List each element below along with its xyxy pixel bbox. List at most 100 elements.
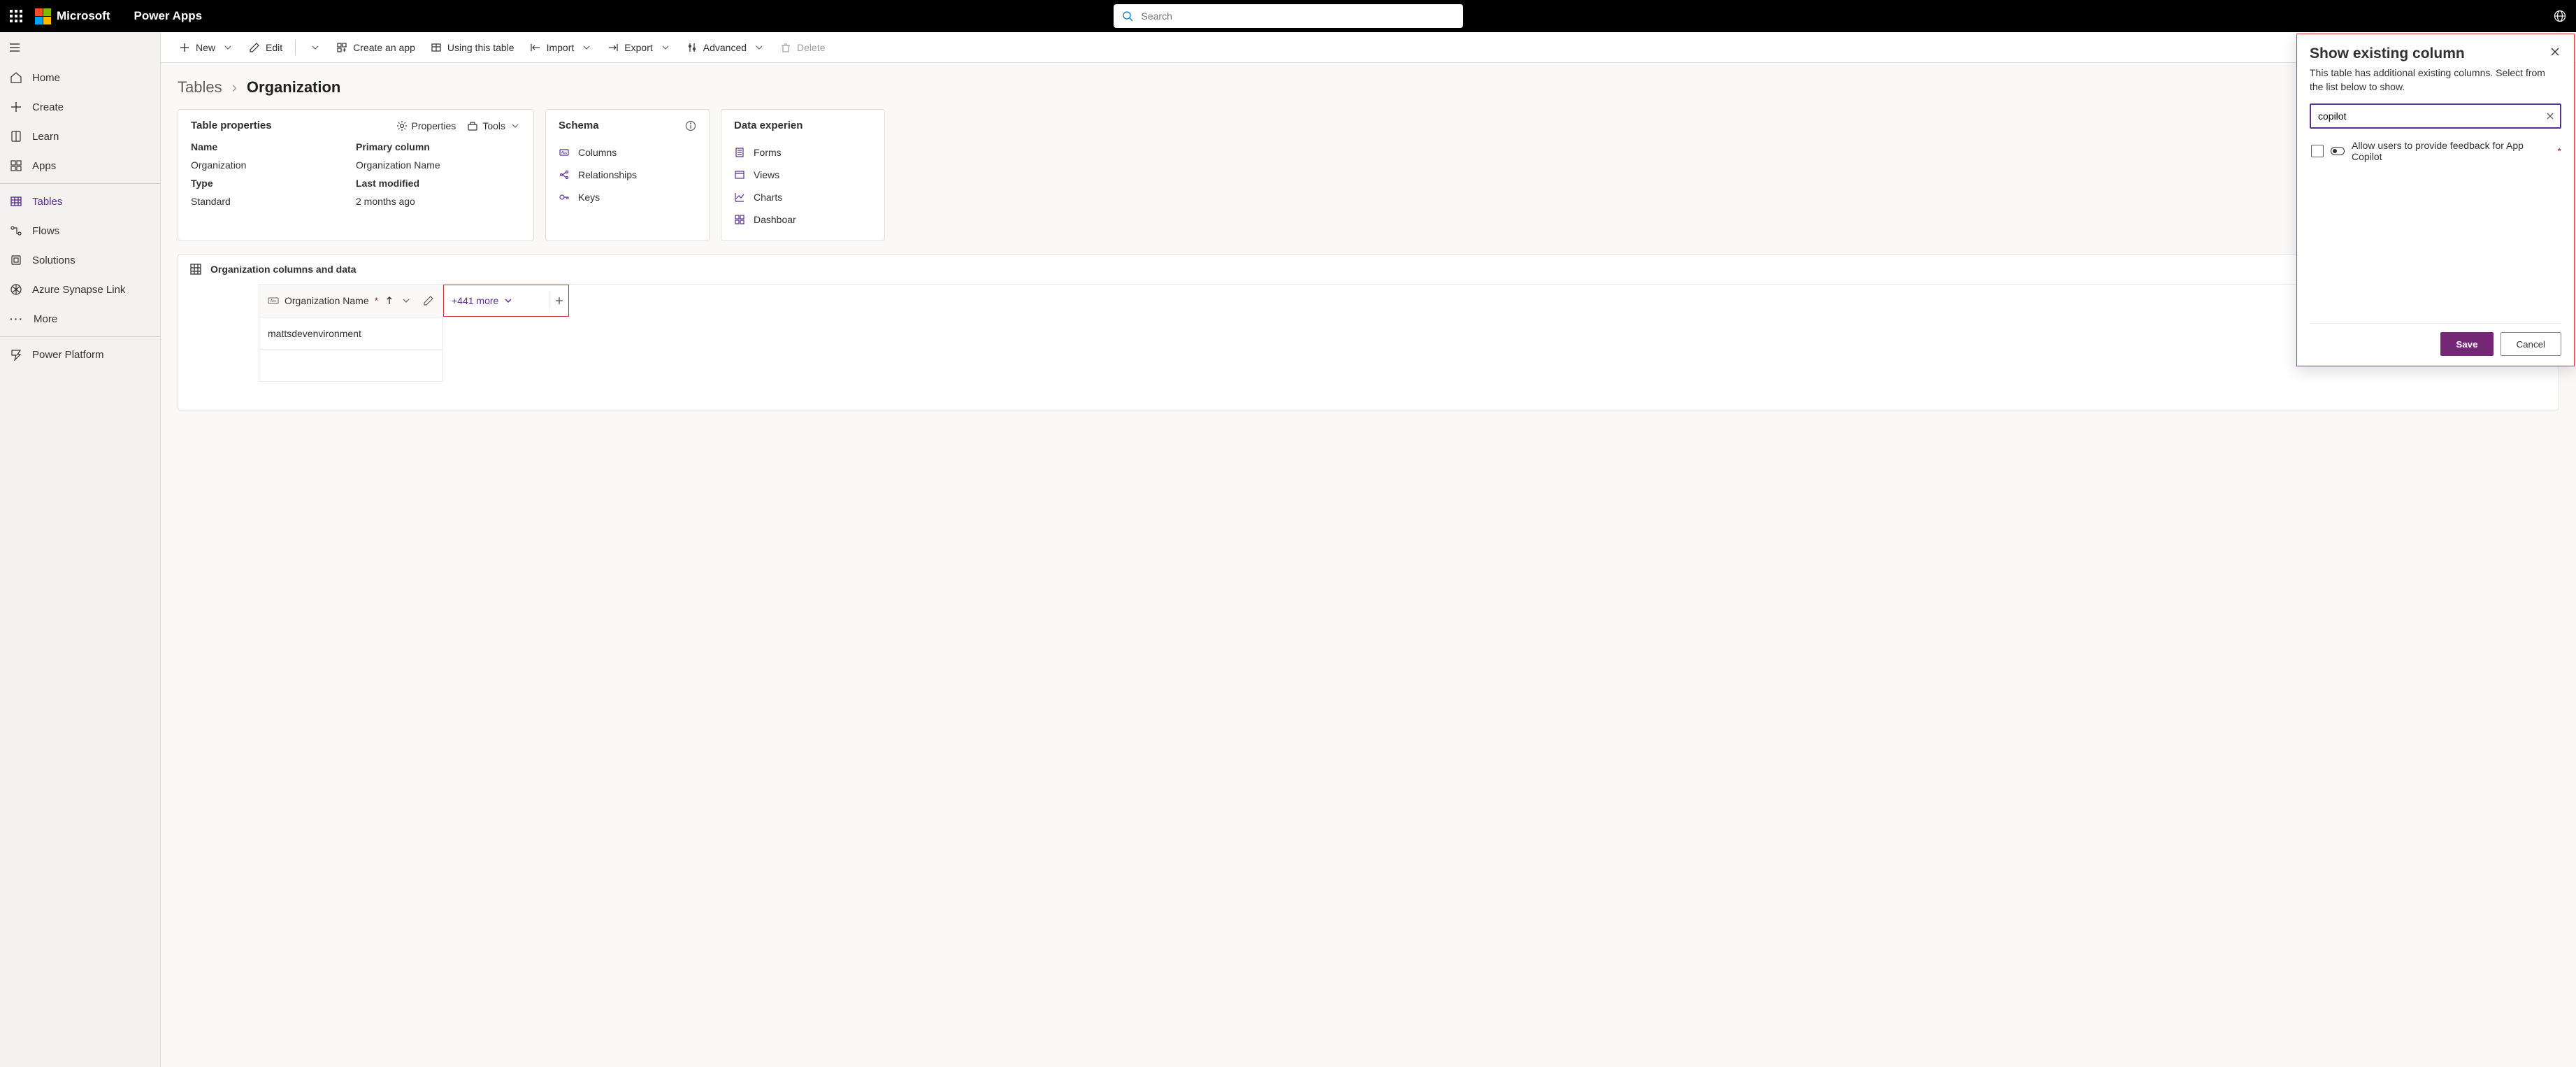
breadcrumb-root[interactable]: Tables (178, 78, 222, 96)
card-title: Schema (559, 120, 599, 131)
cmd-edit[interactable]: Edit (243, 36, 288, 59)
cmd-edit-more[interactable] (303, 36, 326, 59)
command-bar: New Edit Create an app Using this table (161, 32, 2576, 63)
data-experiences-card: Data experien Forms Views Charts Dashboa… (721, 109, 885, 241)
home-icon (10, 71, 22, 84)
prop-lastmod-value: 2 months ago (356, 196, 521, 207)
nav-flows[interactable]: Flows (0, 216, 160, 245)
prop-name-value: Organization (191, 159, 356, 171)
dashboard-icon (734, 214, 745, 225)
synapse-icon (10, 283, 22, 296)
result-label: Allow users to provide feedback for App … (2352, 140, 2548, 162)
trash-icon (780, 42, 791, 53)
card-title: Table properties (191, 120, 272, 131)
cmd-new[interactable]: New (173, 36, 239, 59)
table-icon (431, 42, 442, 53)
apps-icon (10, 159, 22, 172)
search-input[interactable] (1140, 10, 1455, 22)
relationship-icon (559, 169, 570, 180)
prop-name-label: Name (191, 141, 356, 152)
schema-relationships[interactable]: Relationships (559, 164, 696, 186)
nav-learn[interactable]: Learn (0, 122, 160, 151)
chevron-down-icon (310, 42, 321, 53)
section-title: Organization columns and data (210, 264, 356, 275)
edit-column-icon[interactable] (423, 295, 434, 306)
table-icon (10, 195, 22, 208)
cancel-button[interactable]: Cancel (2501, 332, 2562, 356)
nav-create[interactable]: Create (0, 92, 160, 122)
nav-toggle[interactable] (0, 32, 160, 63)
nav-tables[interactable]: Tables (0, 187, 160, 216)
dexp-views[interactable]: Views (734, 164, 872, 186)
cmd-create-app[interactable]: Create an app (331, 36, 421, 59)
dexp-dashboards[interactable]: Dashboar (734, 208, 872, 231)
table-properties-card: Table properties Properties Tools (178, 109, 534, 241)
top-bar: Microsoft Power Apps (0, 0, 2576, 32)
flow-icon (10, 224, 22, 237)
globe-icon[interactable] (2554, 10, 2566, 22)
grid-icon (189, 263, 202, 275)
global-search[interactable] (1114, 4, 1463, 28)
panel-subtitle: This table has additional existing colum… (2310, 66, 2561, 94)
plus-icon (554, 295, 565, 306)
show-existing-column-panel: Show existing column This table has addi… (2296, 34, 2575, 366)
nav-solutions[interactable]: Solutions (0, 245, 160, 275)
nav-home[interactable]: Home (0, 63, 160, 92)
close-icon[interactable] (2549, 45, 2561, 58)
more-columns-button[interactable]: +441 more (452, 295, 514, 306)
cmd-using-table[interactable]: Using this table (425, 36, 520, 59)
cmd-export[interactable]: Export (602, 36, 676, 59)
column-icon: Abc (559, 147, 570, 158)
tools-dropdown[interactable]: Tools (467, 120, 521, 131)
nav-synapse[interactable]: Azure Synapse Link (0, 275, 160, 304)
prop-primary-value: Organization Name (356, 159, 521, 171)
column-search-input[interactable] (2310, 103, 2561, 129)
column-header[interactable]: Abc Organization Name* (259, 285, 442, 317)
add-column-button[interactable] (549, 291, 568, 310)
brand-text: Microsoft (57, 9, 110, 23)
nav-power-platform[interactable]: Power Platform (0, 340, 160, 369)
nav-apps[interactable]: Apps (0, 151, 160, 180)
view-icon (734, 169, 745, 180)
column-result-row[interactable]: Allow users to provide feedback for App … (2310, 137, 2561, 162)
schema-columns[interactable]: Abc Columns (559, 141, 696, 164)
panel-title: Show existing column (2310, 45, 2465, 62)
chevron-down-icon (222, 42, 233, 53)
svg-text:Abc: Abc (271, 299, 277, 303)
form-icon (734, 147, 745, 158)
chevron-down-icon (401, 295, 412, 306)
dexp-charts[interactable]: Charts (734, 186, 872, 208)
info-icon[interactable] (685, 120, 696, 131)
toggle-type-icon (2331, 147, 2345, 155)
card-title: Data experien (734, 120, 803, 131)
key-icon (559, 192, 570, 203)
app-icon (336, 42, 347, 53)
chevron-down-icon (510, 120, 521, 131)
nav-more[interactable]: ··· More (0, 304, 160, 334)
app-launcher[interactable] (0, 0, 32, 32)
plus-icon (179, 42, 190, 53)
properties-link[interactable]: Properties (396, 120, 456, 131)
export-icon (607, 42, 619, 53)
toolbox-icon (467, 120, 478, 131)
cmd-advanced[interactable]: Advanced (681, 36, 770, 59)
data-row[interactable]: mattsdevenvironment (259, 317, 442, 349)
cmd-import[interactable]: Import (524, 36, 598, 59)
solutions-icon (10, 254, 22, 266)
microsoft-logo: Microsoft (35, 8, 110, 24)
empty-row[interactable] (259, 349, 442, 381)
clear-icon[interactable] (2545, 110, 2556, 122)
checkbox[interactable] (2311, 145, 2324, 157)
svg-text:Abc: Abc (561, 151, 568, 155)
save-button[interactable]: Save (2440, 332, 2493, 356)
schema-keys[interactable]: Keys (559, 186, 696, 208)
dexp-forms[interactable]: Forms (734, 141, 872, 164)
chevron-down-icon (660, 42, 671, 53)
power-platform-icon (10, 348, 22, 361)
search-icon (1122, 10, 1133, 22)
schema-card: Schema Abc Columns Relationships Keys (545, 109, 710, 241)
cmd-delete[interactable]: Delete (775, 36, 830, 59)
column-cell: Abc Organization Name* mattsdevenvironme… (259, 285, 443, 382)
plus-icon (10, 101, 22, 113)
import-icon (530, 42, 541, 53)
